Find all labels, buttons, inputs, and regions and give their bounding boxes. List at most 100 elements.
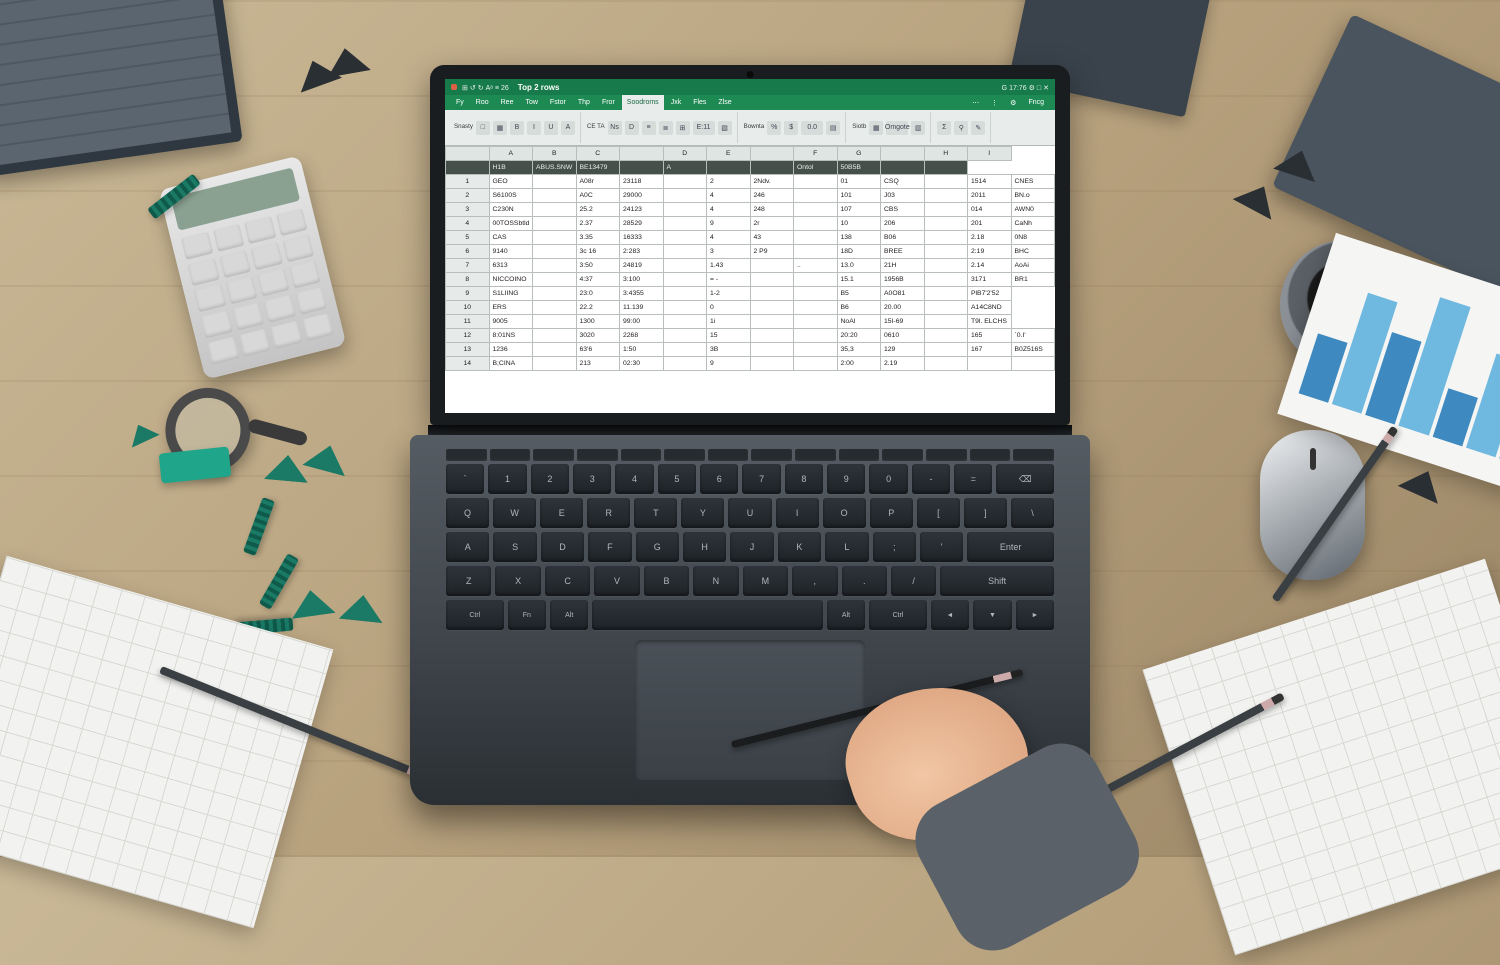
ribbon-tab-right[interactable]: ⚙ — [1005, 95, 1021, 110]
ribbon-tab[interactable]: Zlse — [713, 95, 736, 110]
cell[interactable] — [924, 259, 968, 273]
cell[interactable] — [794, 175, 838, 189]
cell[interactable]: 213 — [576, 357, 620, 371]
ribbon-tab[interactable]: Soodroms — [622, 95, 664, 110]
cell[interactable] — [663, 343, 707, 357]
cell[interactable]: 9005 — [489, 315, 533, 329]
ribbon-tab-right[interactable]: ⋮ — [986, 95, 1003, 110]
ribbon-tab[interactable]: Fles — [688, 95, 711, 110]
cell[interactable]: 165 — [968, 329, 1012, 343]
cell[interactable]: PlB7'2'52 — [968, 287, 1012, 301]
cell[interactable] — [663, 175, 707, 189]
cell[interactable]: 1-2 — [707, 287, 751, 301]
cell[interactable] — [794, 343, 838, 357]
cell[interactable]: 1.43 — [707, 259, 751, 273]
cell[interactable]: 206 — [881, 217, 925, 231]
cell[interactable]: 9 — [707, 357, 751, 371]
cell[interactable]: B;CINA — [489, 357, 533, 371]
cell[interactable]: A14C8ND — [968, 301, 1012, 315]
titlebar-icon[interactable]: ↺ — [470, 85, 476, 92]
titlebar-icon[interactable]: 26 — [501, 85, 509, 92]
cell[interactable] — [924, 315, 968, 329]
row-header[interactable]: 13 — [446, 343, 490, 357]
cell[interactable] — [663, 259, 707, 273]
cell[interactable] — [794, 217, 838, 231]
cell[interactable]: 0 — [707, 301, 751, 315]
cell[interactable]: J03 — [881, 189, 925, 203]
cell[interactable] — [794, 301, 838, 315]
cell[interactable]: 99:00 — [620, 315, 664, 329]
cell[interactable]: 2Ndv. — [750, 175, 794, 189]
cell[interactable]: 20:20 — [837, 329, 881, 343]
column-header[interactable]: B — [533, 147, 577, 161]
row-header[interactable]: 1 — [446, 175, 490, 189]
column-header[interactable]: E — [707, 147, 751, 161]
column-header[interactable] — [750, 147, 794, 161]
titlebar-icon[interactable]: ⊞ — [462, 85, 468, 92]
cell[interactable]: 6313 — [489, 259, 533, 273]
cell[interactable] — [924, 245, 968, 259]
sheet-header-cell[interactable]: 50B5B — [837, 161, 881, 175]
cell[interactable]: 201 — [968, 217, 1012, 231]
cell[interactable]: A0C — [576, 189, 620, 203]
cell[interactable]: 21H — [881, 259, 925, 273]
cell[interactable]: 3:100 — [620, 273, 664, 287]
cell[interactable]: 3c 16 — [576, 245, 620, 259]
ribbon-tab[interactable]: Roo — [471, 95, 494, 110]
cell[interactable] — [533, 245, 577, 259]
cell[interactable] — [663, 329, 707, 343]
cell[interactable] — [924, 203, 968, 217]
cell[interactable]: 2.19 — [881, 357, 925, 371]
sheet-header-cell[interactable]: A — [663, 161, 707, 175]
cell[interactable]: C230N — [489, 203, 533, 217]
cell[interactable]: 1514 — [968, 175, 1012, 189]
cell[interactable] — [533, 217, 577, 231]
titlebar-control[interactable]: ✕ — [1043, 85, 1049, 92]
cell[interactable]: A08r — [576, 175, 620, 189]
cell[interactable] — [663, 357, 707, 371]
cell[interactable] — [924, 175, 968, 189]
cell[interactable]: 2.37 — [576, 217, 620, 231]
cell[interactable]: 167 — [968, 343, 1012, 357]
cell[interactable] — [750, 273, 794, 287]
cell[interactable]: 2 P9 — [750, 245, 794, 259]
cell[interactable]: 23:0 — [576, 287, 620, 301]
cell[interactable]: CSQ — [881, 175, 925, 189]
cell[interactable] — [794, 189, 838, 203]
cell[interactable]: AWN0 — [1011, 203, 1055, 217]
cell[interactable]: S1LIING — [489, 287, 533, 301]
cell[interactable]: NoAl — [837, 315, 881, 329]
cell[interactable] — [533, 343, 577, 357]
cell[interactable]: 15.1 — [837, 273, 881, 287]
cell[interactable]: ERS — [489, 301, 533, 315]
cell[interactable]: 129 — [881, 343, 925, 357]
cell[interactable] — [533, 231, 577, 245]
row-header[interactable]: 9 — [446, 287, 490, 301]
cell[interactable]: 3:4355 — [620, 287, 664, 301]
cell[interactable]: 248 — [750, 203, 794, 217]
cell[interactable]: 2:283 — [620, 245, 664, 259]
row-header[interactable]: 3 — [446, 203, 490, 217]
cell[interactable]: NICCOINO — [489, 273, 533, 287]
cell[interactable]: 24123 — [620, 203, 664, 217]
cell[interactable]: 43 — [750, 231, 794, 245]
cell[interactable]: GEO — [489, 175, 533, 189]
cell[interactable]: 02:30 — [620, 357, 664, 371]
ribbon-button[interactable]: ⊞ — [676, 121, 690, 135]
row-header[interactable]: 10 — [446, 301, 490, 315]
row-header[interactable]: 5 — [446, 231, 490, 245]
cell[interactable]: 15I-69 — [881, 315, 925, 329]
column-header[interactable]: C — [576, 147, 620, 161]
cell[interactable] — [663, 231, 707, 245]
cell[interactable]: 10 — [837, 217, 881, 231]
cell[interactable]: 16333 — [620, 231, 664, 245]
cell[interactable] — [663, 287, 707, 301]
cell[interactable]: 4 — [707, 203, 751, 217]
cell[interactable]: B6 — [837, 301, 881, 315]
spreadsheet-grid[interactable]: ABCDEFGHIH1BABUS.SNWBE13479AOntol50B5B1G… — [445, 146, 1055, 413]
titlebar-icon[interactable]: Aᵃ — [486, 85, 493, 92]
cell[interactable]: 2r — [750, 217, 794, 231]
cell[interactable]: BHC — [1011, 245, 1055, 259]
titlebar-icon[interactable]: ≡ — [495, 85, 499, 92]
cell[interactable] — [924, 301, 968, 315]
